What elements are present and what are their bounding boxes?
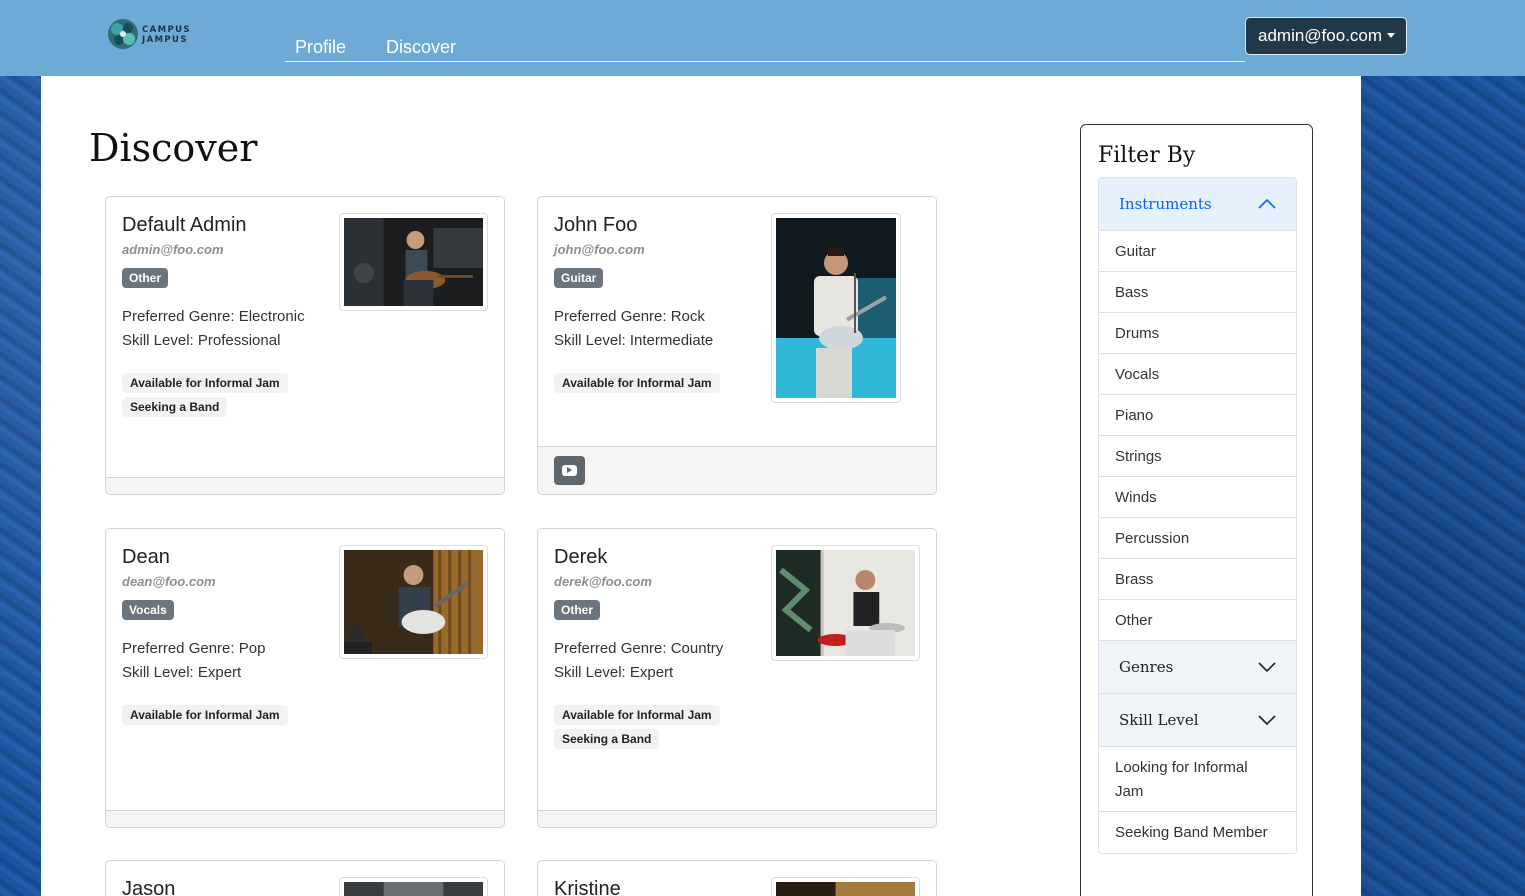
- jam-tag: Available for Informal Jam: [122, 705, 288, 725]
- chevron-down-icon: [1258, 715, 1276, 726]
- card-footer: [106, 477, 504, 494]
- card-name: John Foo: [554, 214, 638, 236]
- guitarist-stage-photo: [776, 218, 896, 398]
- card-email: dean@foo.com: [122, 574, 216, 589]
- card-email: derek@foo.com: [554, 574, 652, 589]
- profile-card: John Foo john@foo.com Guitar Preferred G…: [537, 196, 937, 495]
- drummer-photo: [776, 550, 915, 656]
- jason-photo: [344, 882, 483, 896]
- skill-level-accordion-header[interactable]: Skill Level: [1099, 694, 1296, 747]
- card-name: Kristine: [554, 878, 621, 896]
- card-footer: [106, 810, 504, 827]
- profile-card: Jason: [105, 860, 505, 896]
- filter-item-other[interactable]: Other: [1099, 600, 1296, 641]
- filter-item-brass[interactable]: Brass: [1099, 559, 1296, 600]
- campus-jampus-logo[interactable]: CAMPUS JAMPUS: [106, 17, 196, 53]
- jam-tag: Available for Informal Jam: [554, 373, 720, 393]
- profile-card: Default Admin admin@foo.com Other Prefer…: [105, 196, 505, 495]
- nav-link-discover[interactable]: Discover: [386, 37, 456, 58]
- filter-title: Filter By: [1098, 143, 1196, 168]
- genres-header-label: Genres: [1119, 658, 1174, 676]
- youtube-button[interactable]: [554, 456, 585, 485]
- logo-line-1: CAMPUS: [142, 25, 191, 35]
- card-genre: Preferred Genre: Country: [554, 640, 724, 657]
- band-tag: Seeking a Band: [554, 729, 660, 749]
- card-genre: Preferred Genre: Rock: [554, 308, 705, 325]
- skill-level-header-label: Skill Level: [1119, 711, 1199, 729]
- instruments-accordion-header[interactable]: Instruments: [1099, 178, 1296, 231]
- singer-guitar-photo: [344, 550, 483, 654]
- card-skill: Skill Level: Intermediate: [554, 332, 714, 349]
- profile-photo: [339, 213, 488, 311]
- logo-line-2: JAMPUS: [142, 35, 188, 45]
- profile-card: Derek derek@foo.com Other Preferred Genr…: [537, 528, 937, 828]
- profile-card: Kristine: [537, 860, 937, 896]
- filter-accordion: Instruments Guitar Bass Drums Vocals Pia…: [1098, 177, 1297, 854]
- card-name: Default Admin: [122, 214, 247, 236]
- top-navbar: CAMPUS JAMPUS Profile Discover admin@foo…: [0, 0, 1525, 76]
- jam-tag: Available for Informal Jam: [554, 705, 720, 725]
- genres-accordion-header[interactable]: Genres: [1099, 641, 1296, 694]
- card-footer: [538, 810, 936, 827]
- logo-text: CAMPUS JAMPUS: [142, 25, 191, 45]
- filter-item-vocals[interactable]: Vocals: [1099, 354, 1296, 395]
- filter-item-informal-jam[interactable]: Looking for Informal Jam: [1099, 747, 1296, 812]
- filter-item-bass[interactable]: Bass: [1099, 272, 1296, 313]
- card-genre: Preferred Genre: Pop: [122, 640, 266, 657]
- page-title: Discover: [89, 126, 258, 170]
- logo-mark-icon: [108, 19, 138, 49]
- profile-card: Dean dean@foo.com Vocals Preferred Genre…: [105, 528, 505, 828]
- card-email: admin@foo.com: [122, 242, 224, 257]
- card-name: Jason: [122, 878, 176, 896]
- profile-photo: [771, 877, 920, 896]
- profile-photo: [771, 545, 920, 661]
- profile-photo: [339, 545, 488, 659]
- instrument-badge: Other: [122, 268, 169, 288]
- filter-item-winds[interactable]: Winds: [1099, 477, 1296, 518]
- instrument-badge: Other: [554, 600, 601, 620]
- card-skill: Skill Level: Professional: [122, 332, 281, 349]
- user-email-label: admin@foo.com: [1258, 26, 1383, 45]
- guitarist-studio-photo: [344, 218, 483, 306]
- filter-item-seeking-band-member[interactable]: Seeking Band Member: [1099, 812, 1296, 853]
- card-email: john@foo.com: [554, 242, 645, 257]
- nav-links: Profile Discover: [285, 30, 1245, 62]
- jam-tag: Available for Informal Jam: [122, 373, 288, 393]
- instruments-header-label: Instruments: [1119, 195, 1212, 213]
- filter-item-percussion[interactable]: Percussion: [1099, 518, 1296, 559]
- filter-panel: Filter By Instruments Guitar Bass Drums …: [1080, 124, 1313, 896]
- filter-item-drums[interactable]: Drums: [1099, 313, 1296, 354]
- card-genre: Preferred Genre: Electronic: [122, 308, 305, 325]
- instrument-badge: Guitar: [554, 268, 604, 288]
- kristine-photo: [776, 882, 915, 896]
- profile-photo: [771, 213, 901, 403]
- chevron-up-icon: [1258, 198, 1276, 209]
- card-name: Dean: [122, 546, 170, 568]
- card-skill: Skill Level: Expert: [554, 664, 674, 681]
- band-tag: Seeking a Band: [122, 397, 228, 417]
- filter-item-strings[interactable]: Strings: [1099, 436, 1296, 477]
- nav-link-profile[interactable]: Profile: [295, 37, 346, 58]
- card-skill: Skill Level: Expert: [122, 664, 242, 681]
- instrument-badge: Vocals: [122, 600, 174, 620]
- chevron-down-icon: [1258, 662, 1276, 673]
- card-footer: [538, 446, 936, 494]
- card-name: Derek: [554, 546, 608, 568]
- profile-photo: [339, 877, 488, 896]
- filter-item-guitar[interactable]: Guitar: [1099, 231, 1296, 272]
- main-content: Discover Default Admin admin@foo.com Oth…: [41, 76, 1361, 896]
- filter-item-piano[interactable]: Piano: [1099, 395, 1296, 436]
- user-dropdown-button[interactable]: admin@foo.com: [1245, 17, 1407, 55]
- caret-down-icon: [1387, 33, 1396, 38]
